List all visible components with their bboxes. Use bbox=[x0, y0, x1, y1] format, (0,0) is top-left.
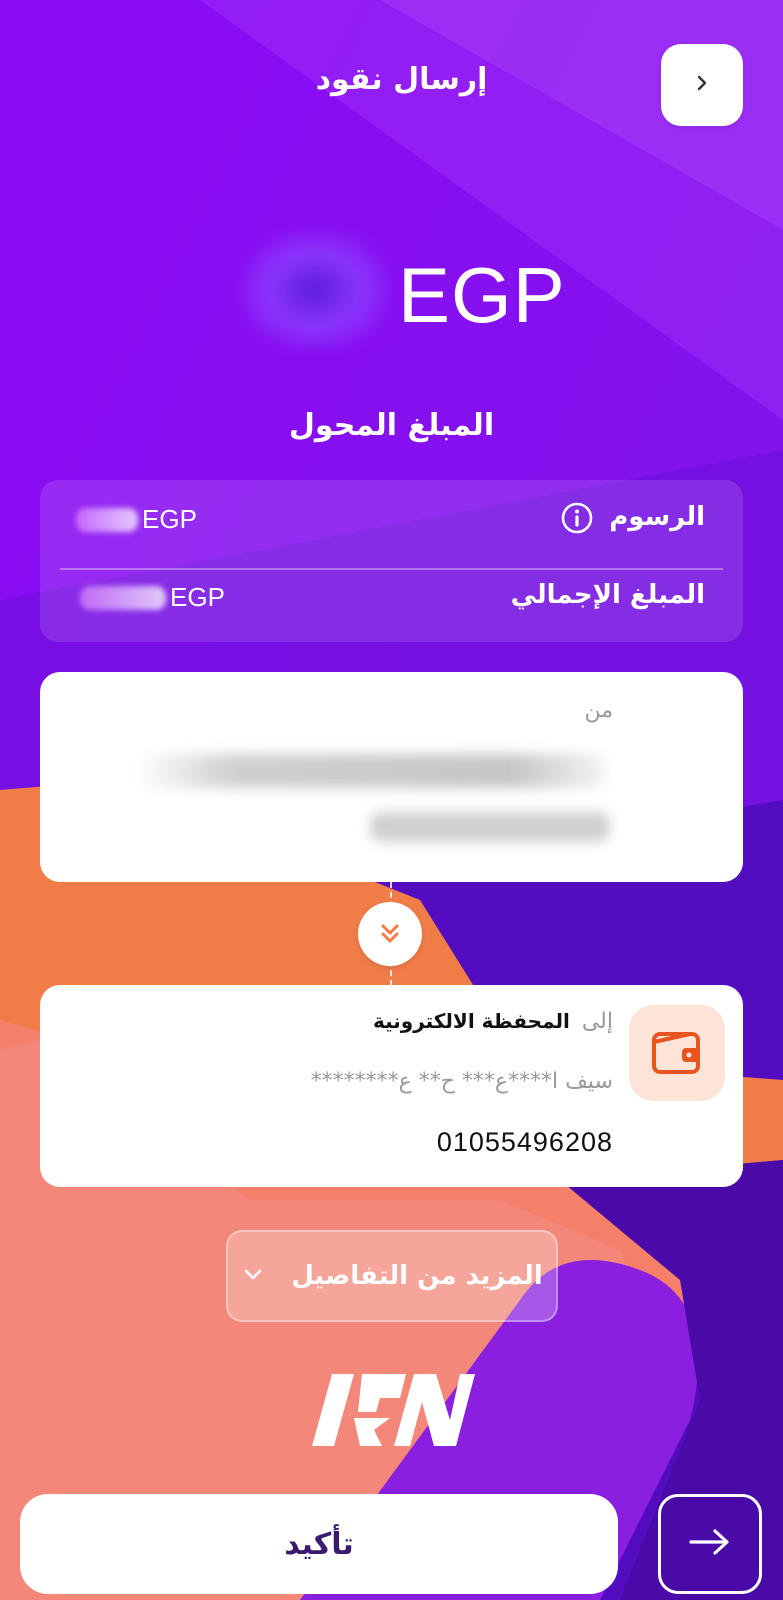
more-details-button[interactable]: المزيد من التفاصيل bbox=[226, 1230, 558, 1322]
fees-value: EGP bbox=[76, 504, 197, 535]
fees-amount-redacted bbox=[76, 507, 138, 532]
from-account-redacted bbox=[136, 754, 606, 788]
back-button[interactable] bbox=[661, 44, 743, 126]
fees-label: الرسوم bbox=[609, 502, 705, 532]
to-prefix: إلى bbox=[581, 1009, 613, 1034]
chevron-right-icon bbox=[692, 73, 712, 97]
to-title: إلى المحفظة الالكترونية bbox=[373, 1009, 613, 1034]
from-card: من bbox=[40, 672, 743, 882]
to-card: إلى المحفظة الالكترونية سيف ا****ع*** ح*… bbox=[40, 985, 743, 1187]
total-amount-redacted bbox=[80, 585, 166, 610]
next-button[interactable] bbox=[658, 1494, 762, 1594]
info-icon[interactable] bbox=[559, 500, 595, 540]
confirm-button[interactable]: تأكيد bbox=[20, 1494, 618, 1594]
fees-summary-card: الرسوم EGP المبلغ الإجمالي EGP bbox=[40, 480, 743, 642]
recipient-phone: 01055496208 bbox=[436, 1127, 613, 1157]
chevron-down-icon bbox=[241, 1262, 265, 1290]
total-currency: EGP bbox=[170, 582, 225, 612]
more-details-label: المزيد من التفاصيل bbox=[291, 1261, 543, 1291]
fees-currency: EGP bbox=[142, 504, 197, 534]
amount-display: EGP bbox=[0, 220, 783, 350]
fees-row: الرسوم EGP bbox=[40, 480, 743, 560]
from-number-redacted bbox=[370, 812, 610, 842]
amount-currency: EGP bbox=[398, 251, 566, 339]
total-value: EGP bbox=[80, 582, 225, 613]
amount-value-redacted bbox=[240, 230, 390, 350]
page-title-text: إرسال نقود bbox=[315, 62, 488, 97]
ipn-logo bbox=[310, 1370, 475, 1450]
wallet-icon bbox=[629, 1005, 725, 1101]
e-wallet-label: المحفظة الالكترونية bbox=[372, 1009, 570, 1033]
recipient-name: سيف ا****ع*** ح** ع******** bbox=[310, 1069, 613, 1094]
double-chevron-down-icon bbox=[358, 902, 422, 966]
confirm-label: تأكيد bbox=[284, 1526, 354, 1562]
transferred-amount-label: المبلغ المحول bbox=[288, 408, 495, 443]
total-label: المبلغ الإجمالي bbox=[510, 580, 705, 610]
total-row: المبلغ الإجمالي EGP bbox=[40, 562, 743, 642]
arrow-right-icon bbox=[688, 1527, 732, 1561]
from-label: من bbox=[584, 698, 613, 723]
